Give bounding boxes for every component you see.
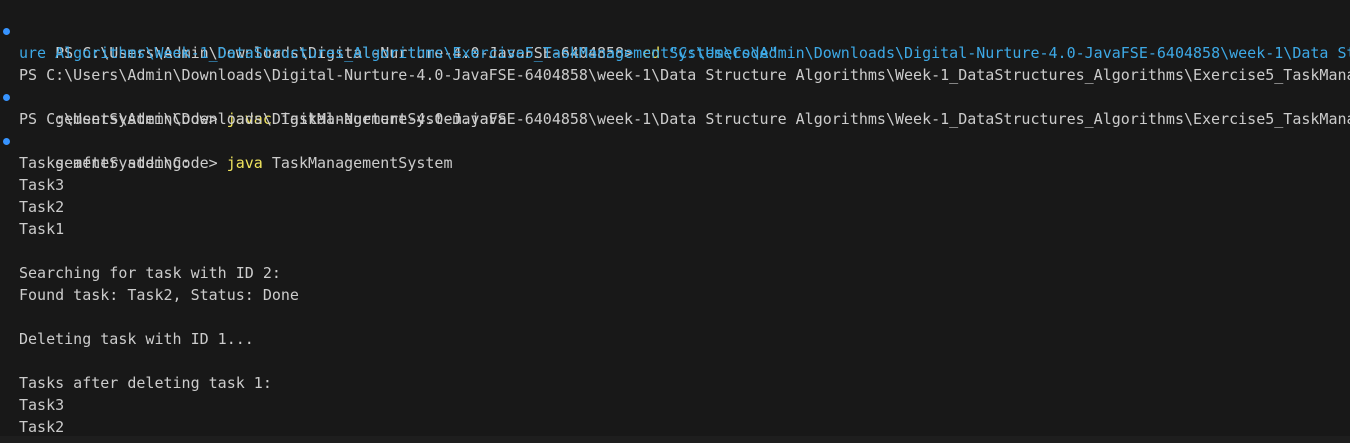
- command-decoration-icon[interactable]: [3, 138, 10, 145]
- command-argument: TaskManagementSystem: [262, 154, 453, 172]
- output-line: Task1: [19, 220, 65, 238]
- terminal-line: PS C:\Users\Admin\Downloads\Digital-Nurt…: [19, 66, 1350, 84]
- output-line: Tasks after adding:: [19, 154, 191, 172]
- output-line: Deleting task with ID 1...: [19, 330, 254, 348]
- output-line: Found task: Task2, Status: Done: [19, 286, 299, 304]
- command-decoration-icon[interactable]: [3, 94, 10, 101]
- output-line: Tasks after deleting task 1:: [19, 374, 272, 392]
- output-line: Task3: [19, 176, 65, 194]
- output-line: Searching for task with ID 2:: [19, 264, 281, 282]
- terminal-line: gementSystem\Code> java TaskManagementSy…: [19, 130, 452, 172]
- output-line: Task2: [19, 198, 65, 216]
- next-line-cutoff: [0, 436, 1350, 443]
- command-decoration-icon[interactable]: [3, 28, 10, 35]
- terminal-line: ure Algorithms\Week-1_DataStructures_Alg…: [19, 44, 778, 62]
- terminal-line: PS C:\Users\Admin\Downloads\Digital-Nurt…: [19, 20, 1350, 62]
- output-line: Task2: [19, 418, 65, 436]
- command-keyword: java: [226, 154, 263, 172]
- terminal-line: PS C:\Users\Admin\Downloads\Digital-Nurt…: [19, 110, 1350, 128]
- terminal-panel[interactable]: PS C:\Users\Admin\Downloads\Digital-Nurt…: [0, 0, 1350, 443]
- terminal-line: gementSystem\Code> javac TaskManagementS…: [19, 86, 507, 128]
- output-line: Task3: [19, 396, 65, 414]
